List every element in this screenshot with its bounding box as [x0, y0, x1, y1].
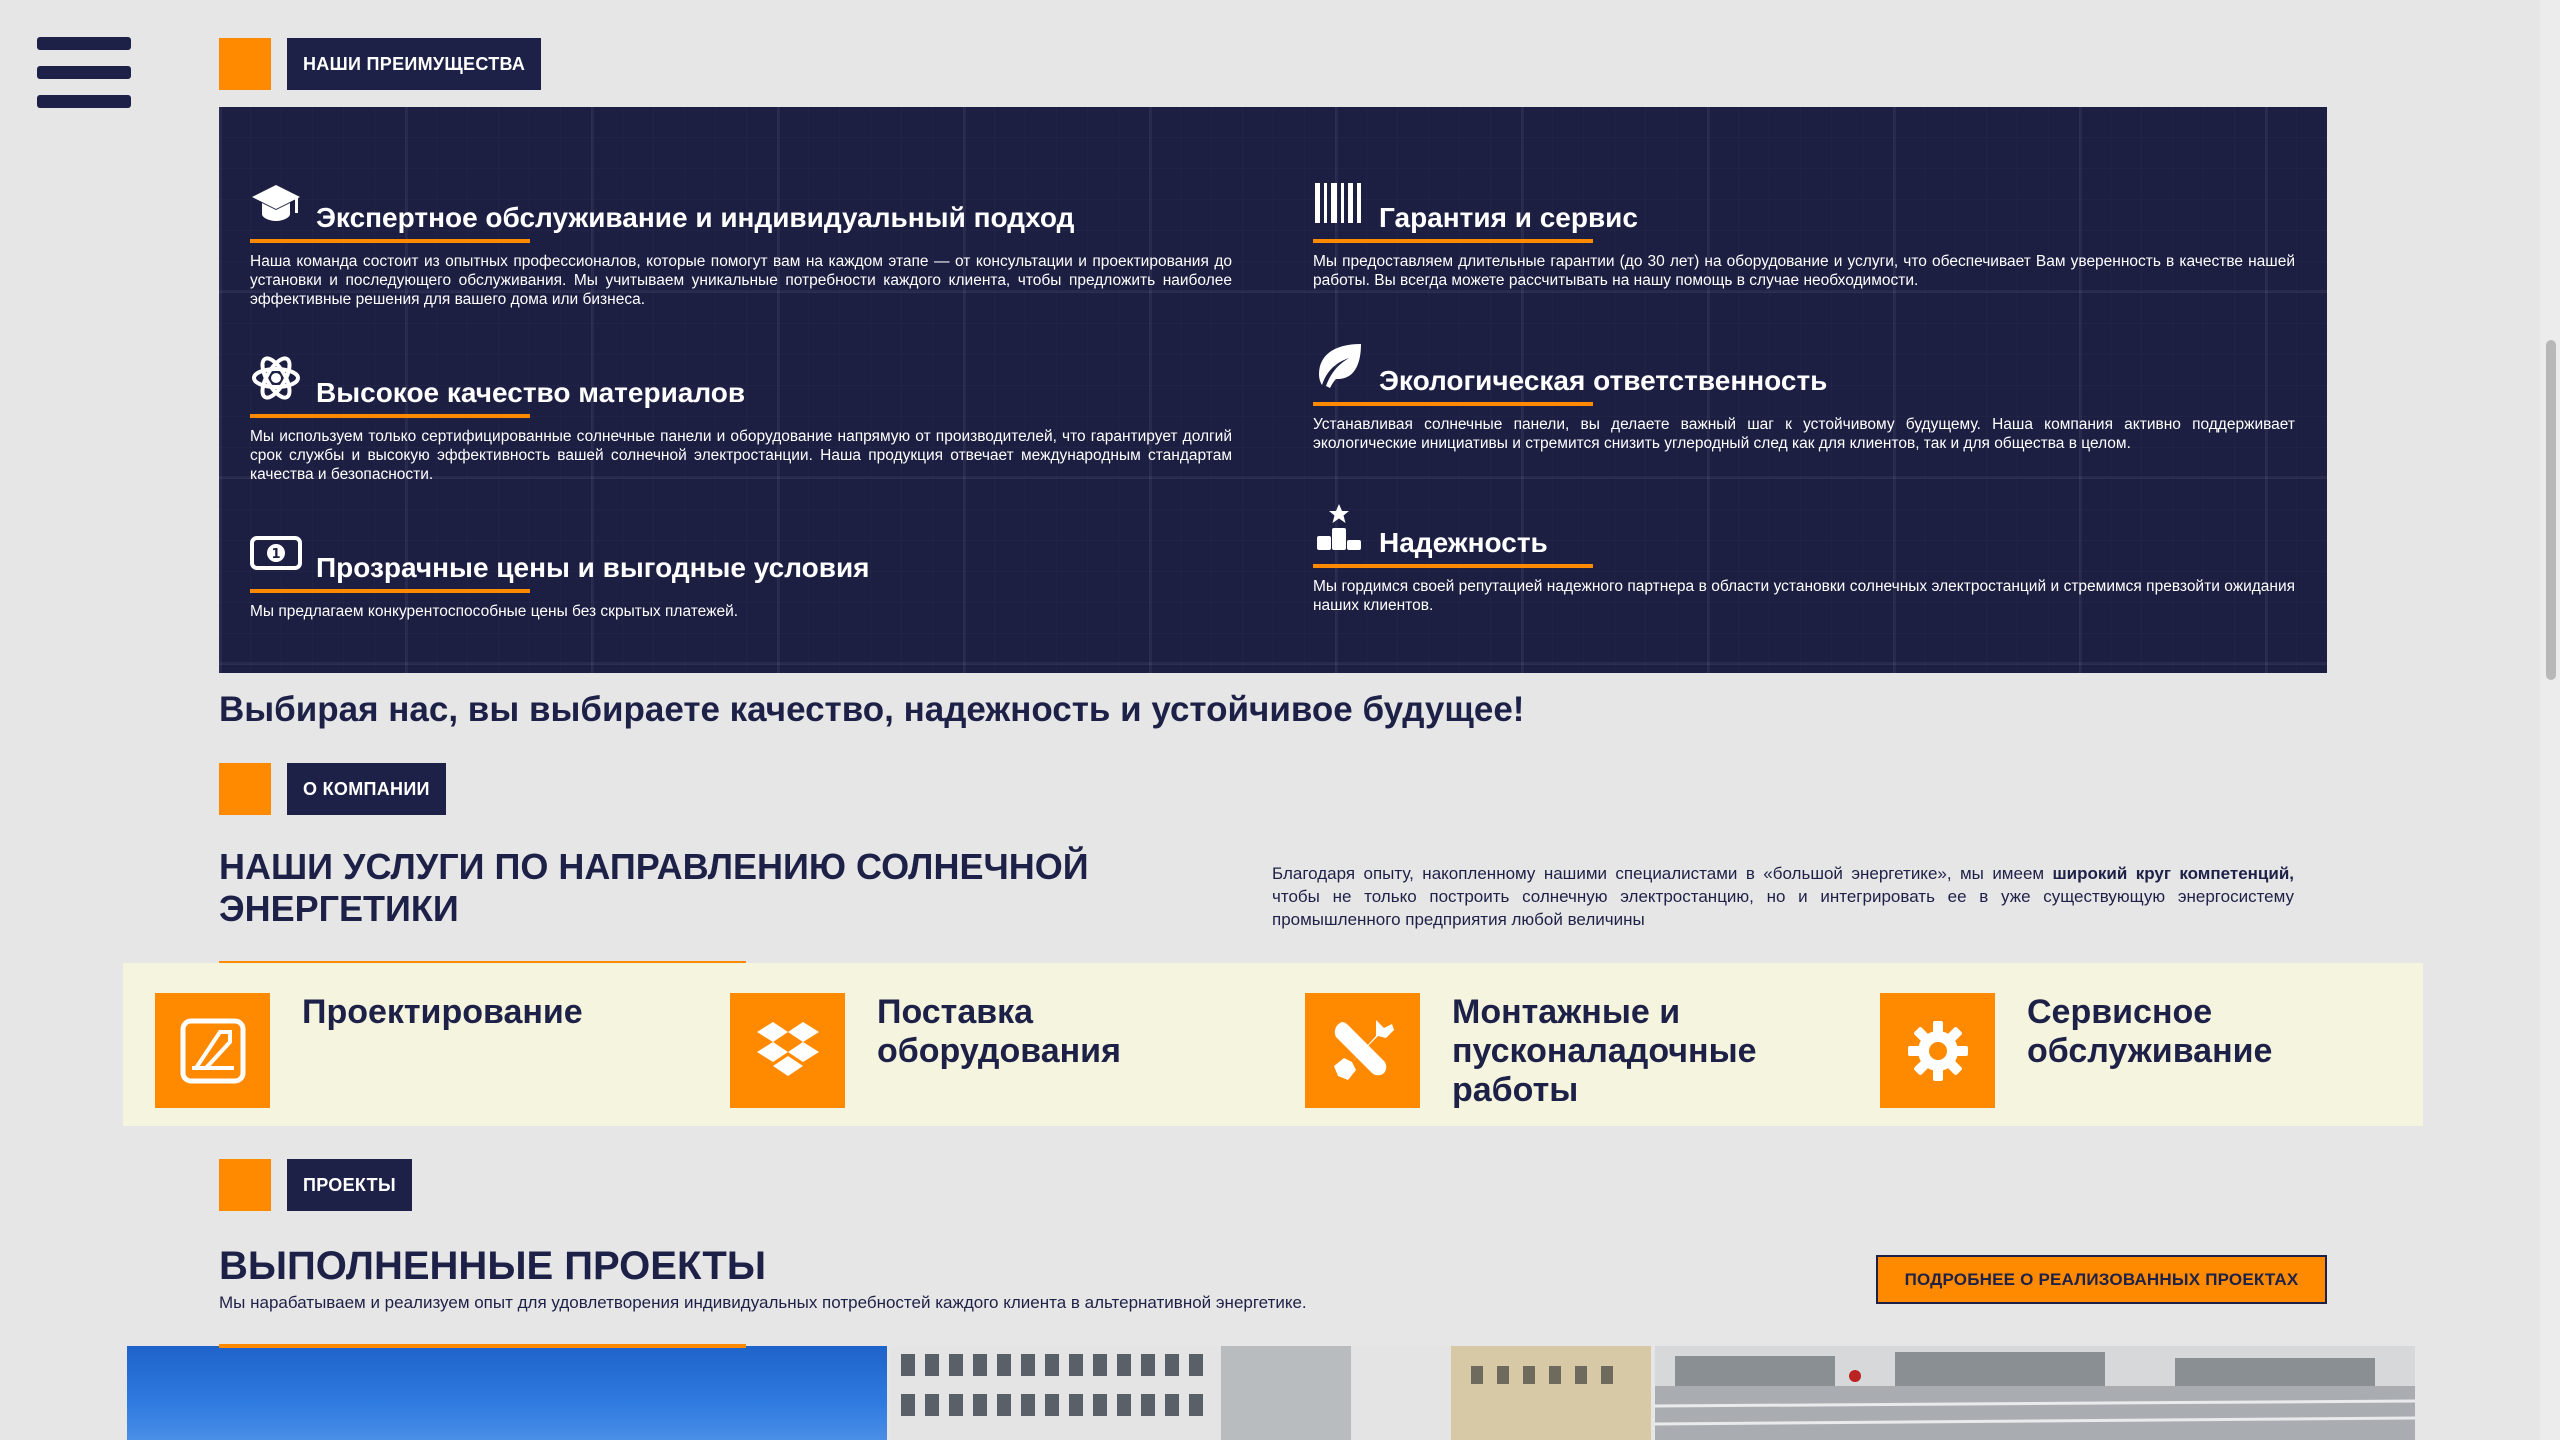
advantage-underline	[250, 239, 530, 243]
projects-description: Мы нарабатываем и реализуем опыт для удо…	[219, 1293, 1307, 1312]
gear-icon	[1880, 993, 1995, 1108]
section-tag-advantages: НАШИ ПРЕИМУЩЕСТВА	[219, 38, 542, 90]
service-maintenance[interactable]: Сервисное обслуживание	[1880, 993, 2427, 1108]
advantage-underline	[1313, 564, 1593, 568]
advantage-item: Экологическая ответственность Устанавлив…	[1313, 340, 2295, 453]
service-label: Сервисное обслуживание	[2027, 993, 2273, 1070]
advantage-text: Мы гордимся своей репутацией надежного п…	[1313, 578, 2295, 614]
design-tool-icon	[155, 993, 270, 1108]
section-tag-label: НАШИ ПРЕИМУЩЕСТВА	[287, 38, 542, 90]
advantage-item: Экспертное обслуживание и индивидуальный…	[250, 177, 1232, 309]
services-band: Проектирование Поставка оборудования Мон…	[123, 963, 2423, 1126]
project-photo[interactable]	[1655, 1346, 2415, 1440]
service-label: Проектирование	[302, 993, 583, 1031]
advantage-item: 1 Прозрачные цены и выгодные условия Мы …	[250, 527, 1232, 621]
advantage-title: Экологическая ответственность	[1379, 365, 1828, 396]
svg-text:1: 1	[271, 547, 280, 562]
advantage-item: Высокое качество материалов Мы используе…	[250, 352, 1232, 484]
podium-star-icon	[1313, 502, 1365, 554]
banknote-icon: 1	[250, 527, 302, 579]
section-tag-label: ПРОЕКТЫ	[287, 1159, 412, 1211]
projects-gallery	[127, 1346, 2419, 1440]
advantage-underline	[250, 414, 530, 418]
leaf-icon	[1313, 340, 1365, 392]
section-tag-square	[219, 1159, 271, 1211]
services-desc-text: Благодаря опыту, накопленному нашими спе…	[1272, 864, 2053, 883]
dropbox-boxes-icon	[730, 993, 845, 1108]
service-label: Поставка оборудования	[877, 993, 1121, 1070]
project-photo[interactable]	[127, 1346, 887, 1440]
advantage-title: Прозрачные цены и выгодные условия	[316, 552, 870, 583]
hamburger-menu-icon[interactable]	[37, 37, 131, 109]
service-label: Монтажные и пусконаладочные работы	[1452, 993, 1757, 1109]
advantage-title: Высокое качество материалов	[316, 377, 746, 408]
services-desc-text: чтобы не только построить солнечную элек…	[1272, 887, 2294, 929]
advantage-title: Экспертное обслуживание и индивидуальный…	[316, 202, 1075, 233]
advantage-text: Устанавливая солнечные панели, вы делает…	[1313, 416, 2295, 452]
section-tag-projects: ПРОЕКТЫ	[219, 1159, 412, 1211]
projects-title-underline	[219, 1344, 746, 1348]
section-tag-square	[219, 38, 271, 90]
advantage-text: Мы предоставляем длительные гарантии (до…	[1313, 253, 2295, 289]
advantage-text: Наша команда состоит из опытных професси…	[250, 253, 1232, 308]
section-tag-label: О КОМПАНИИ	[287, 763, 446, 815]
services-title: НАШИ УСЛУГИ ПО НАПРАВЛЕНИЮ СОЛНЕЧНОЙ ЭНЕ…	[219, 846, 1089, 929]
burger-bar	[37, 95, 131, 108]
advantage-title: Гарантия и сервис	[1379, 202, 1638, 233]
advantage-text: Мы предлагаем конкурентоспособные цены б…	[250, 603, 739, 620]
section-tag-about: О КОМПАНИИ	[219, 763, 446, 815]
section-tag-square	[219, 763, 271, 815]
burger-bar	[37, 66, 131, 79]
barcode-icon	[1313, 177, 1365, 229]
advantage-underline	[250, 589, 530, 593]
advantages-panel: Экспертное обслуживание и индивидуальный…	[219, 107, 2327, 673]
service-supply[interactable]: Поставка оборудования	[730, 993, 1277, 1108]
advantage-underline	[1313, 402, 1593, 406]
advantage-text: Мы используем только сертифицированные с…	[250, 428, 1232, 483]
services-desc-bold: широкий круг компетенций,	[2052, 864, 2294, 883]
advantage-item: Гарантия и сервис Мы предоставляем длите…	[1313, 177, 2295, 290]
page-scrollbar[interactable]	[2540, 0, 2560, 1440]
atom-icon	[250, 352, 302, 404]
slogan: Выбирая нас, вы выбираете качество, наде…	[219, 690, 1525, 729]
projects-title: ВЫПОЛНЕННЫЕ ПРОЕКТЫ	[219, 1244, 766, 1288]
advantage-title: Надежность	[1379, 527, 1548, 558]
service-installation[interactable]: Монтажные и пусконаладочные работы	[1305, 993, 1852, 1110]
service-design[interactable]: Проектирование	[155, 993, 702, 1108]
graduation-cap-icon	[250, 177, 302, 229]
wrench-screwdriver-icon	[1305, 993, 1420, 1108]
project-photo[interactable]	[891, 1346, 1651, 1440]
services-description: Благодаря опыту, накопленному нашими спе…	[1272, 862, 2294, 931]
advantage-underline	[1313, 239, 1593, 243]
scrollbar-thumb[interactable]	[2546, 340, 2556, 680]
advantage-item: Надежность Мы гордимся своей репутацией …	[1313, 502, 2295, 615]
burger-bar	[37, 37, 131, 50]
projects-more-button[interactable]: ПОДРОБНЕЕ О РЕАЛИЗОВАННЫХ ПРОЕКТАХ	[1876, 1255, 2327, 1304]
